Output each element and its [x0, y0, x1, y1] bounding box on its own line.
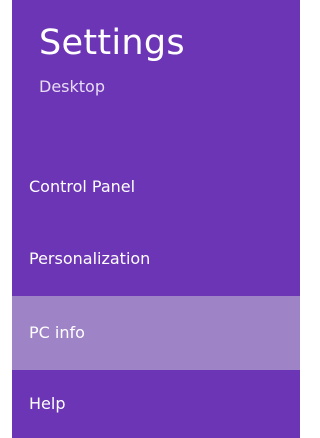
settings-context-label: Desktop — [39, 77, 105, 96]
settings-item-help[interactable]: Help — [12, 370, 300, 438]
settings-item-control-panel[interactable]: Control Panel — [12, 150, 300, 224]
settings-item-label: PC info — [29, 323, 85, 342]
settings-item-personalization[interactable]: Personalization — [12, 222, 300, 296]
settings-charm-panel: Settings Desktop Control Panel Personali… — [12, 0, 300, 438]
settings-item-label: Personalization — [29, 249, 151, 268]
settings-item-label: Help — [29, 394, 66, 413]
settings-title: Settings — [39, 23, 185, 63]
settings-item-label: Control Panel — [29, 177, 136, 196]
settings-item-pc-info[interactable]: PC info — [12, 296, 300, 370]
